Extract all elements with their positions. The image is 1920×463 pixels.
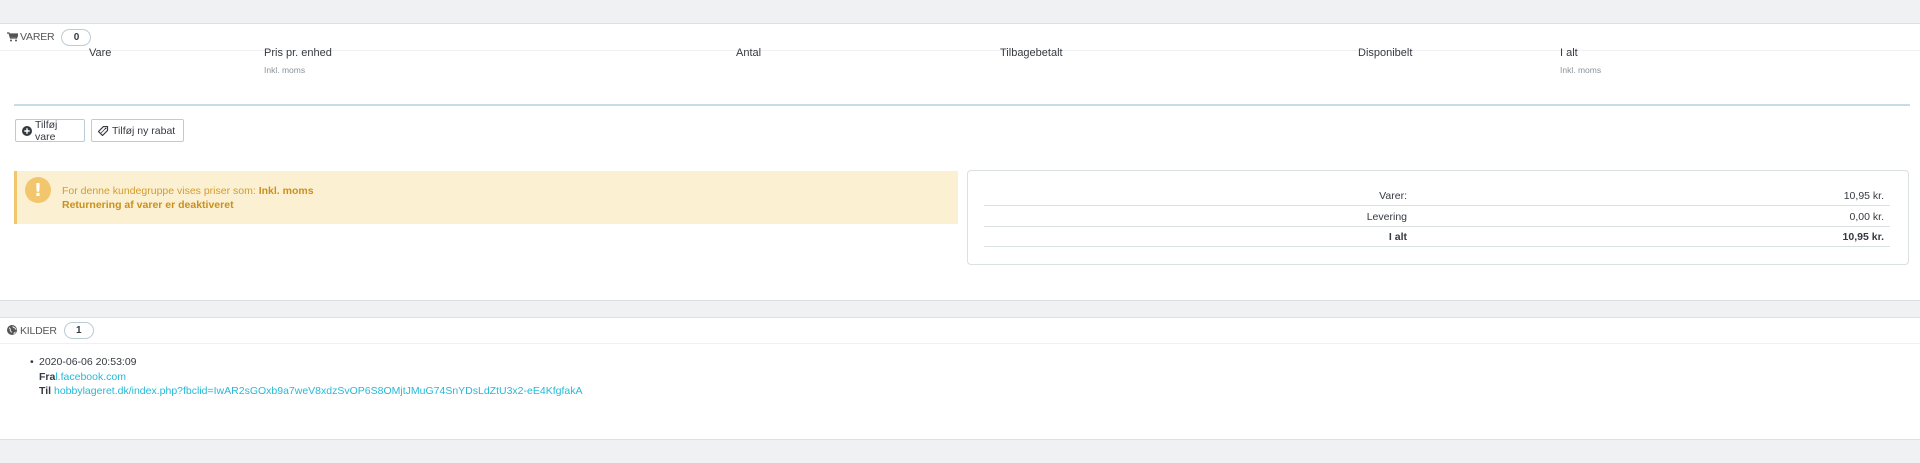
alert-price-mode-prefix: For denne kundegruppe vises priser som: bbox=[62, 185, 259, 197]
add-product-label: Tilføj vare bbox=[35, 118, 58, 143]
source-to-link[interactable]: hobbylageret.dk/index.php?fbclid=IwAR2sG… bbox=[54, 385, 583, 397]
column-header-product[interactable]: Vare bbox=[89, 47, 111, 59]
column-label: Tilbagebetalt bbox=[1000, 47, 1063, 59]
column-sublabel: Inkl. moms bbox=[264, 65, 306, 75]
source-date: 2020-06-06 20:53:09 bbox=[39, 356, 137, 368]
source-from-label: Fra bbox=[39, 370, 56, 383]
totals-label: I alt bbox=[1388, 231, 1407, 243]
sources-panel-title: KILDER bbox=[20, 324, 57, 337]
column-header-unit-price[interactable]: Pris pr. enhed Inkl. moms bbox=[264, 47, 332, 75]
products-panel-title: VARER bbox=[20, 31, 55, 43]
source-to-line: Til hobbylageret.dk/index.php?fbclid=IwA… bbox=[39, 384, 582, 399]
source-from-line: Fral.facebook.com bbox=[39, 370, 582, 385]
list-bullet: • bbox=[30, 356, 34, 368]
source-entry: • 2020-06-06 20:53:09 Fral.facebook.com … bbox=[30, 355, 582, 399]
column-label: Disponibelt bbox=[1358, 47, 1413, 59]
column-label: I alt bbox=[1560, 47, 1578, 59]
column-label: Antal bbox=[736, 47, 762, 59]
totals-label: Varer: bbox=[1379, 190, 1407, 202]
totals-row-products: Varer: 10,95 kr. bbox=[984, 185, 1890, 206]
source-from-link[interactable]: l.facebook.com bbox=[55, 371, 126, 383]
totals-label: Levering bbox=[1366, 211, 1407, 223]
column-label: Pris pr. enhed bbox=[264, 47, 332, 59]
source-to-label: Til bbox=[39, 385, 52, 397]
totals-value: 10,95 kr. bbox=[1843, 190, 1884, 202]
alert-price-mode-text: For denne kundegruppe vises priser som: … bbox=[62, 185, 314, 197]
column-header-quantity[interactable]: Antal bbox=[736, 47, 761, 59]
alert-returns-disabled-text: Returnering af varer er deaktiveret bbox=[62, 199, 234, 211]
tags-icon bbox=[98, 125, 109, 136]
order-totals-box: Varer: 10,95 kr. Levering 0,00 kr. I alt… bbox=[967, 170, 1909, 265]
column-header-available[interactable]: Disponibelt bbox=[1358, 47, 1412, 59]
plus-circle-icon bbox=[22, 125, 32, 136]
add-discount-button[interactable]: Tilføj ny rabat bbox=[91, 119, 184, 142]
globe-icon bbox=[7, 325, 18, 336]
totals-value: 10,95 kr. bbox=[1842, 231, 1884, 243]
add-discount-label: Tilføj ny rabat bbox=[112, 124, 176, 137]
totals-row-grand-total: I alt 10,95 kr. bbox=[984, 226, 1890, 247]
exclamation-icon: ! bbox=[25, 177, 51, 203]
column-header-refunded[interactable]: Tilbagebetalt bbox=[1000, 47, 1063, 59]
price-display-alert: ! For denne kundegruppe vises priser som… bbox=[14, 171, 958, 224]
add-product-button[interactable]: Tilføj vare bbox=[15, 118, 85, 143]
products-count-badge: 0 bbox=[61, 28, 92, 46]
sources-count-badge: 1 bbox=[63, 322, 94, 339]
cart-icon bbox=[7, 31, 18, 43]
totals-row-shipping: Levering 0,00 kr. bbox=[984, 206, 1890, 227]
column-label: Vare bbox=[89, 47, 112, 59]
column-header-total[interactable]: I alt Inkl. moms bbox=[1560, 47, 1601, 75]
alert-price-mode-value: Inkl. moms bbox=[258, 185, 314, 197]
totals-value: 0,00 kr. bbox=[1849, 211, 1884, 223]
table-header-divider bbox=[14, 104, 1910, 106]
column-sublabel: Inkl. moms bbox=[1560, 65, 1602, 75]
sources-panel-heading: KILDER 1 bbox=[0, 318, 1920, 344]
